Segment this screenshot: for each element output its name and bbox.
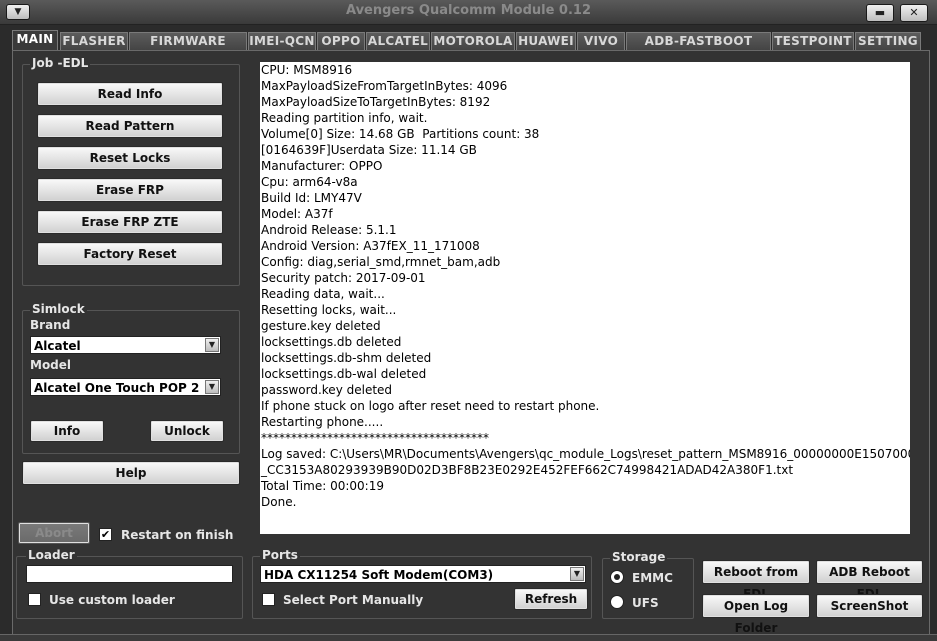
- tab-adb-fastboot-utils[interactable]: ADB-FASTBOOT UTILS: [626, 32, 771, 65]
- help-button[interactable]: Help: [22, 461, 240, 485]
- adb-reboot-edl-button[interactable]: ADB Reboot EDL: [816, 560, 923, 601]
- log-line: Done.: [261, 495, 297, 509]
- tab-oppo[interactable]: OPPO: [317, 32, 365, 50]
- log-line: Android Version: A37fEX_11_171008: [261, 239, 480, 253]
- port-select[interactable]: HDA CX11254 Soft Modem(COM3) ▼: [260, 565, 586, 583]
- ports-label: Ports: [260, 548, 300, 562]
- log-line: Security patch: 2017-09-01: [261, 271, 426, 285]
- log-line: locksettings.db deleted: [261, 335, 402, 349]
- log-line: Cpu: arm64-v8a: [261, 175, 358, 189]
- log-line: **************************************: [261, 431, 489, 445]
- model-select-value: Alcatel One Touch POP 2: [34, 381, 200, 395]
- model-label: Model: [30, 358, 72, 372]
- log-line: locksettings.db-shm deleted: [261, 351, 432, 365]
- tab-huawei[interactable]: HUAWEI: [516, 32, 576, 50]
- log-line: Manufacturer: OPPO: [261, 159, 383, 173]
- window-title: Avengers Qualcomm Module 0.12: [345, 3, 592, 18]
- read-info-button[interactable]: Read Info: [37, 82, 223, 106]
- log-line: MaxPayloadSizeFromTargetInBytes: 4096: [261, 79, 508, 93]
- select-port-manually-label: Select Port Manually: [283, 593, 424, 607]
- tab-motorola[interactable]: MOTOROLA: [431, 32, 515, 50]
- brand-select[interactable]: Alcatel ▼: [30, 336, 221, 354]
- reboot-from-edl-button[interactable]: Reboot from EDL: [702, 560, 810, 601]
- screenshot-button[interactable]: ScreenShot: [816, 594, 923, 618]
- reset-locks-button[interactable]: Reset Locks: [37, 146, 223, 170]
- simlock-label: Simlock: [30, 302, 87, 316]
- log-line: Volume[0] Size: 14.68 GB Partitions coun…: [261, 127, 540, 141]
- log-line: Total Time: 00:00:19: [261, 479, 384, 493]
- log-line: Log saved: C:\Users\MR\Documents\Avenger…: [261, 447, 910, 461]
- tab-flasher[interactable]: FLASHER: [60, 32, 128, 50]
- refresh-button[interactable]: Refresh: [514, 588, 588, 610]
- simlock-info-button[interactable]: Info: [30, 420, 104, 442]
- log-line: locksettings.db-wal deleted: [261, 367, 427, 381]
- storage-ufs-label: UFS: [632, 596, 659, 610]
- log-line: _CC3153A80293939B90D02D3BF8B23E0292E452F…: [261, 463, 794, 477]
- tab-testpoint[interactable]: TESTPOINT: [772, 32, 854, 50]
- tab-imei-qcn[interactable]: IMEI-QCN: [248, 32, 316, 50]
- tab-alcatel[interactable]: ALCATEL: [366, 32, 430, 50]
- factory-reset-button[interactable]: Factory Reset: [37, 242, 223, 266]
- chevron-down-icon[interactable]: ▼: [205, 338, 219, 352]
- log-line: CPU: MSM8916: [261, 63, 353, 77]
- log-line: MaxPayloadSizeToTargetInBytes: 8192: [261, 95, 491, 109]
- simlock-unlock-button[interactable]: Unlock: [150, 420, 224, 442]
- restart-on-finish-checkbox[interactable]: ✔: [99, 528, 112, 541]
- tab-firmware-utils[interactable]: FIRMWARE UTILS: [129, 32, 247, 65]
- log-line: Reading data, wait...: [261, 287, 385, 301]
- restart-on-finish-label: Restart on finish: [121, 528, 234, 542]
- log-line: [0164639F]Userdata Size: 11.14 GB: [261, 143, 477, 157]
- model-select[interactable]: Alcatel One Touch POP 2 ▼: [30, 378, 221, 396]
- log-line: Restarting phone.....: [261, 415, 384, 429]
- log-line: Build Id: LMY47V: [261, 191, 362, 205]
- storage-label: Storage: [610, 550, 668, 564]
- loader-label: Loader: [26, 548, 77, 562]
- select-port-manually-checkbox[interactable]: [262, 593, 275, 606]
- tab-setting[interactable]: SETTING: [855, 32, 921, 50]
- chevron-down-icon[interactable]: ▼: [205, 380, 219, 394]
- erase-frp-button[interactable]: Erase FRP: [37, 178, 223, 202]
- brand-select-value: Alcatel: [34, 339, 81, 353]
- minimize-button[interactable]: ▬: [866, 4, 894, 22]
- port-select-value: HDA CX11254 Soft Modem(COM3): [264, 568, 494, 582]
- use-custom-loader-label: Use custom loader: [49, 593, 175, 607]
- erase-frp-zte-button[interactable]: Erase FRP ZTE: [37, 210, 223, 234]
- abort-button[interactable]: Abort: [18, 522, 90, 544]
- job-edl-label: Job -EDL: [30, 56, 91, 70]
- log-output[interactable]: CPU: MSM8916 MaxPayloadSizeFromTargetInBy…: [260, 62, 910, 534]
- tab-main[interactable]: MAIN: [12, 30, 58, 51]
- log-line: gesture.key deleted: [261, 319, 381, 333]
- use-custom-loader-checkbox[interactable]: [28, 593, 41, 606]
- read-pattern-button[interactable]: Read Pattern: [37, 114, 223, 138]
- open-log-folder-button[interactable]: Open Log Folder: [702, 594, 810, 635]
- log-line: Android Release: 5.1.1: [261, 223, 397, 237]
- title-bar: ▼ Avengers Qualcomm Module 0.12 ▬ ✕: [0, 0, 937, 25]
- log-line: Resetting locks, wait...: [261, 303, 397, 317]
- log-line: password.key deleted: [261, 383, 393, 397]
- brand-label: Brand: [30, 318, 71, 332]
- storage-emmc-radio[interactable]: [610, 570, 624, 584]
- log-line: If phone stuck on logo after reset need …: [261, 399, 600, 413]
- log-line: Reading partition info, wait.: [261, 111, 428, 125]
- close-button[interactable]: ✕: [900, 4, 928, 22]
- storage-emmc-label: EMMC: [632, 571, 673, 585]
- chevron-down-icon[interactable]: ▼: [570, 567, 584, 581]
- tab-vivo[interactable]: VIVO: [577, 32, 625, 50]
- loader-path-input[interactable]: [26, 565, 233, 583]
- storage-ufs-radio[interactable]: [610, 595, 624, 609]
- log-line: Model: A37f: [261, 207, 333, 221]
- log-line: Config: diag,serial_smd,rmnet_bam,adb: [261, 255, 501, 269]
